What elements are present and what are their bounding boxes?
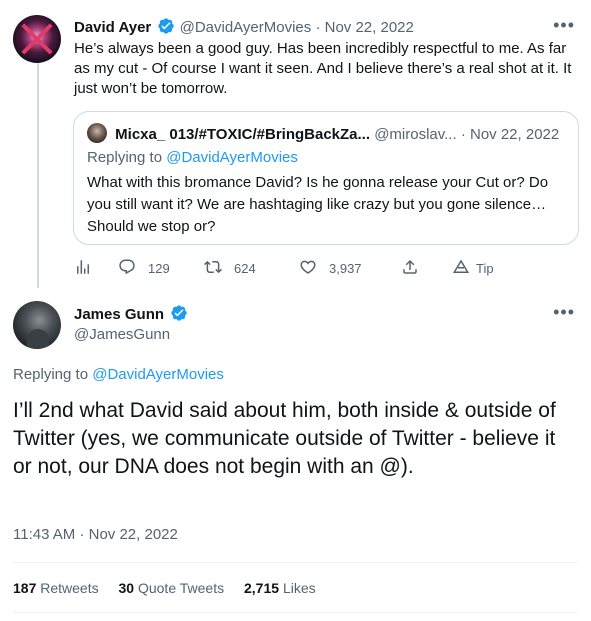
like-count: 3,937 — [329, 261, 362, 276]
verified-badge-icon — [170, 304, 188, 328]
tweet-text: He’s always been a good guy. Has been in… — [74, 40, 572, 97]
tip-icon — [452, 258, 470, 279]
analytics-icon — [74, 258, 92, 279]
share-button[interactable] — [401, 258, 419, 279]
divider — [13, 562, 578, 563]
more-options-icon[interactable]: ••• — [553, 15, 575, 35]
likes-label: Likes — [282, 580, 316, 596]
replying-to: Replying to @DavidAyerMovies — [13, 365, 224, 385]
tweet-actions-bar: 129 624 3,937 Tip — [74, 258, 504, 278]
heart-icon — [299, 258, 317, 279]
separator: · — [79, 526, 85, 543]
retweets-count: 187 — [13, 580, 37, 596]
retweets-label: Retweets — [40, 580, 99, 596]
likes-stat[interactable]: 2,715 Likes — [244, 580, 316, 596]
tweet-date: Nov 22, 2022 — [88, 526, 178, 543]
retweet-button[interactable]: 624 — [204, 258, 256, 279]
quoted-tweet-text: What with this bromance David? Is he gon… — [87, 174, 549, 235]
reply-icon — [118, 258, 136, 279]
retweet-icon — [204, 258, 222, 279]
likes-count: 2,715 — [244, 580, 280, 596]
separator: · — [460, 126, 466, 143]
quoted-tweet-date: Nov 22, 2022 — [470, 126, 560, 143]
replying-prefix: Replying to — [87, 149, 163, 166]
separator: · — [315, 19, 321, 36]
quotes-label: Quote Tweets — [137, 580, 225, 596]
quoted-author-handle: @miroslav... — [374, 126, 457, 143]
quoted-tweet-header: Micxa_ 013/#TOXIC/#BringBackZa... @miros… — [87, 123, 567, 145]
more-options-icon[interactable]: ••• — [553, 302, 575, 323]
reply-button[interactable]: 129 — [118, 258, 170, 279]
divider — [13, 612, 578, 613]
author-handle[interactable]: @DavidAyerMovies — [180, 19, 312, 36]
avatar[interactable] — [13, 301, 61, 349]
author-name[interactable]: James Gunn — [74, 306, 164, 323]
quoted-tweet[interactable]: Micxa_ 013/#TOXIC/#BringBackZa... @miros… — [73, 111, 579, 245]
like-button[interactable]: 3,937 — [299, 258, 362, 279]
share-icon — [401, 258, 419, 279]
replying-to-link[interactable]: @DavidAyerMovies — [92, 366, 224, 383]
analytics-button[interactable] — [74, 258, 92, 279]
retweet-count: 624 — [234, 261, 256, 276]
tweet-timestamp[interactable]: 11:43 AM · Nov 22, 2022 — [13, 525, 178, 545]
retweets-stat[interactable]: 187 Retweets — [13, 580, 103, 596]
author-handle[interactable]: @JamesGunn — [74, 325, 170, 345]
tip-button[interactable]: Tip — [452, 258, 494, 279]
quote-tweets-stat[interactable]: 30 Quote Tweets — [119, 580, 229, 596]
replying-prefix: Replying to — [13, 366, 89, 383]
replying-to: Replying to @DavidAyerMovies — [87, 148, 298, 168]
engagement-stats: 187 Retweets 30 Quote Tweets 2,715 Likes — [13, 578, 332, 598]
tip-label: Tip — [476, 261, 494, 276]
tweet-time: 11:43 AM — [13, 526, 76, 543]
avatar[interactable] — [13, 15, 61, 63]
reply-count: 129 — [148, 261, 170, 276]
parent-tweet-header: David Ayer @DavidAyerMovies · Nov 22, 20… — [74, 15, 575, 37]
thread-connector-line — [37, 62, 39, 288]
verified-badge-icon — [157, 17, 175, 41]
tweet-date[interactable]: Nov 22, 2022 — [325, 19, 414, 36]
avatar — [87, 123, 107, 143]
author-name[interactable]: David Ayer — [74, 19, 151, 36]
replying-to-link[interactable]: @DavidAyerMovies — [166, 149, 298, 166]
quotes-count: 30 — [118, 580, 135, 596]
quoted-author-name: Micxa_ 013/#TOXIC/#BringBackZa... — [115, 126, 371, 143]
main-tweet-text: I’ll 2nd what David said about him, both… — [13, 399, 556, 478]
